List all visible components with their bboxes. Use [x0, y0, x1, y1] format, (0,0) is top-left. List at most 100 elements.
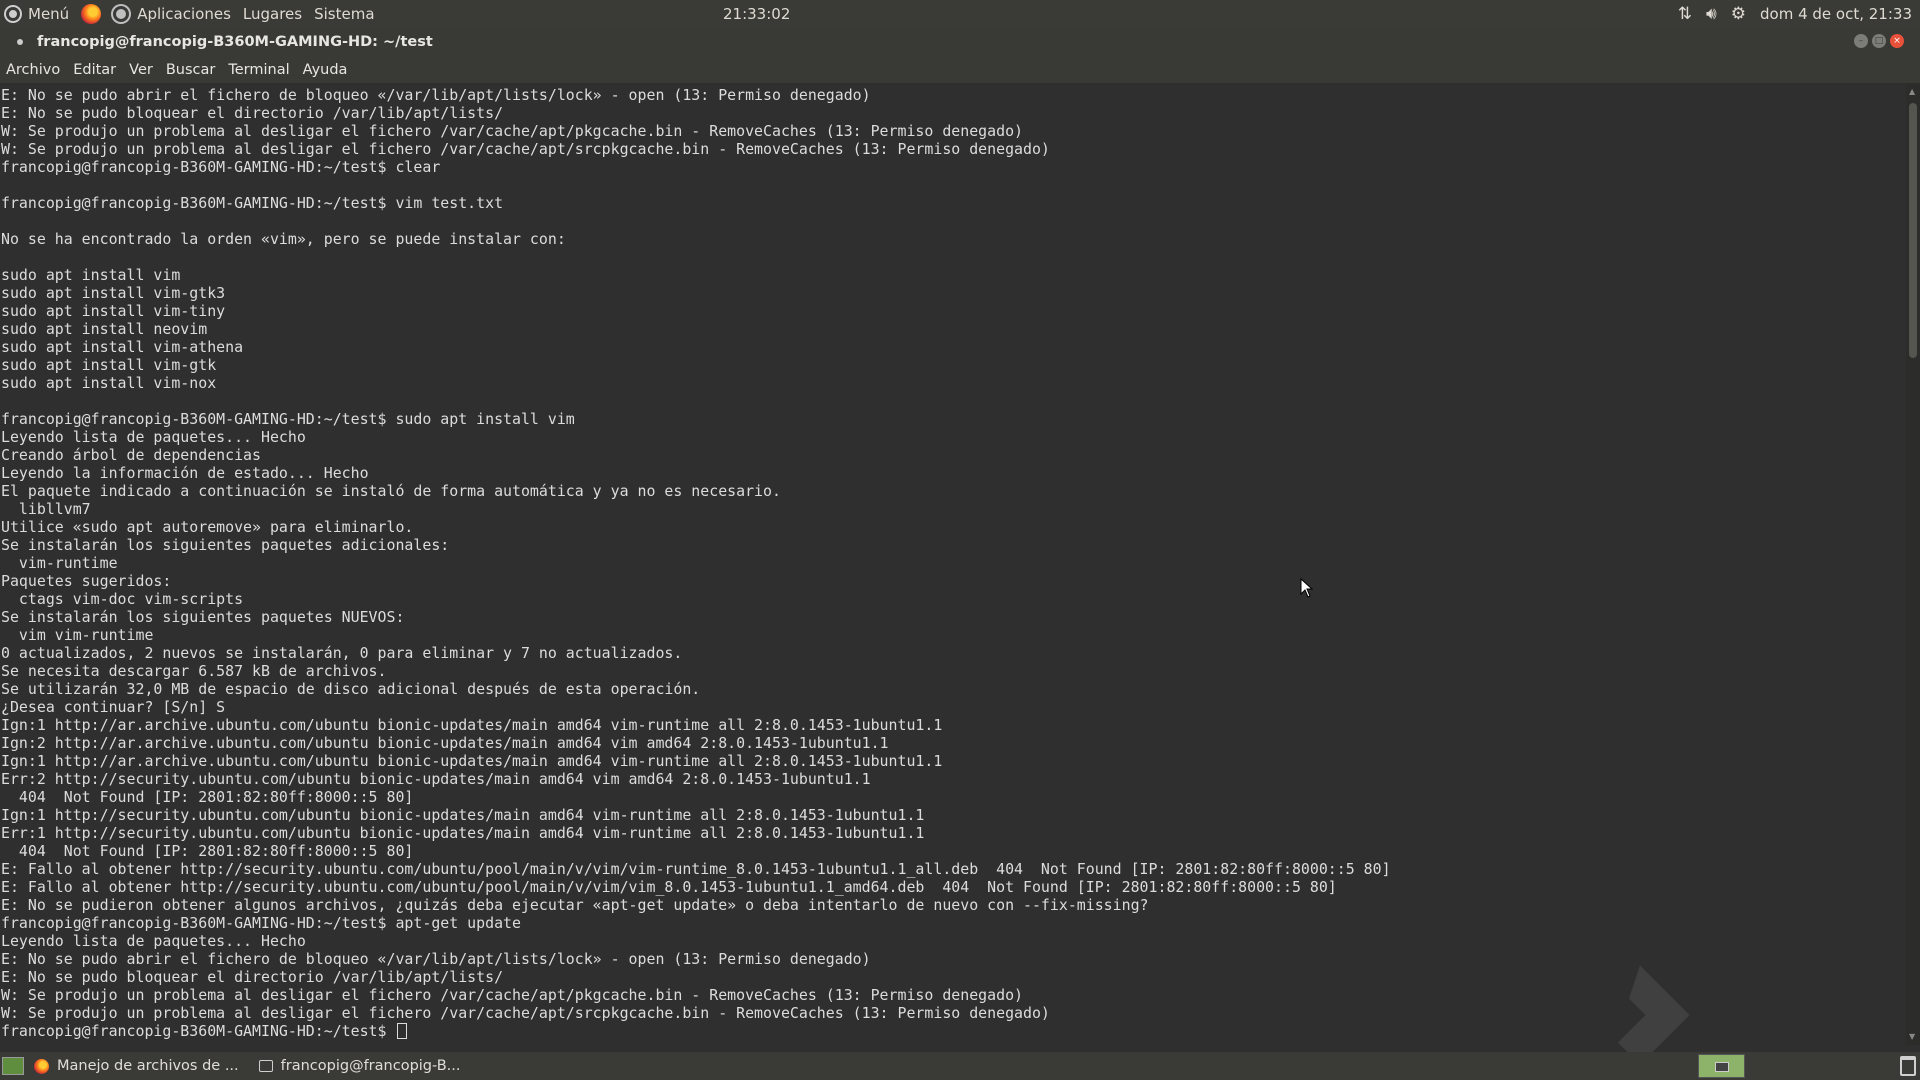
scroll-up-icon[interactable]: ▲	[1909, 87, 1915, 96]
taskbar-item-label: francopig@francopig-B...	[280, 1058, 461, 1074]
terminal-line: sudo apt install vim-athena	[1, 338, 244, 356]
workspace-window-icon	[1715, 1062, 1729, 1072]
terminal-line: Utilice «sudo apt autoremove» para elimi…	[1, 518, 414, 536]
terminal-line: sudo apt install vim-gtk	[1, 356, 217, 374]
terminal-line: francopig@francopig-B360M-GAMING-HD:~/te…	[1, 410, 575, 428]
terminal-menubar: Archivo Editar Ver Buscar Terminal Ayuda	[0, 56, 1920, 83]
terminal-scrollbar[interactable]: ▲ ▼	[1906, 83, 1920, 1045]
terminal-prompt: francopig@francopig-B360M-GAMING-HD:~/te…	[1, 1022, 396, 1040]
menu-button[interactable]: Menú	[0, 0, 75, 27]
terminal-line: Ign:2 http://ar.archive.ubuntu.com/ubunt…	[1, 734, 889, 752]
trash-icon[interactable]	[1900, 1056, 1916, 1076]
volume-icon[interactable]: 🔊︎	[1706, 4, 1717, 24]
terminal-line: E: No se pudo abrir el fichero de bloque…	[1, 86, 871, 104]
places-label: Lugares	[242, 4, 303, 23]
menu-edit[interactable]: Editar	[73, 62, 116, 78]
workspace-switcher[interactable]	[1698, 1054, 1745, 1078]
system-label: Sistema	[314, 4, 375, 23]
places-menu[interactable]: Lugares	[237, 0, 308, 27]
menu-terminal[interactable]: Terminal	[228, 62, 289, 78]
system-menu[interactable]: Sistema	[308, 0, 380, 27]
menu-file[interactable]: Archivo	[6, 62, 60, 78]
terminal-line: W: Se produjo un problema al desligar el…	[1, 122, 1024, 140]
terminal-line: sudo apt install vim-gtk3	[1, 284, 226, 302]
terminal-line: sudo apt install vim	[1, 266, 181, 284]
maximize-button[interactable]: □	[1872, 34, 1886, 48]
menu-search[interactable]: Buscar	[166, 62, 216, 78]
applications-menu[interactable]: Aplicaciones	[107, 0, 237, 27]
menu-label: Menú	[28, 4, 70, 23]
terminal-line: W: Se produjo un problema al desligar el…	[1, 986, 1024, 1004]
applications-icon	[113, 5, 130, 22]
terminal-line: libllvm7	[1, 500, 91, 518]
terminal-line: W: Se produjo un problema al desligar el…	[1, 140, 1050, 158]
terminal-line: Se utilizarán 32,0 MB de espacio de disc…	[1, 680, 701, 698]
terminal-line: francopig@francopig-B360M-GAMING-HD:~/te…	[1, 914, 521, 932]
firefox-launcher[interactable]	[75, 0, 107, 27]
terminal-line: sudo apt install neovim	[1, 320, 208, 338]
terminal-line: vim-runtime	[1, 554, 118, 572]
applications-label: Aplicaciones	[137, 4, 231, 23]
terminal-line: Leyendo lista de paquetes... Hecho	[1, 932, 306, 950]
terminal-line: Ign:1 http://security.ubuntu.com/ubuntu …	[1, 806, 925, 824]
panel-date[interactable]: dom 4 de oct, 21:33	[1760, 5, 1912, 23]
terminal-cursor	[397, 1023, 408, 1039]
terminal-line: vim vim-runtime	[1, 626, 154, 644]
terminal-line: E: No se pudieron obtener algunos archiv…	[1, 896, 1149, 914]
mouse-pointer-icon	[1300, 578, 1314, 598]
window-titlebar[interactable]: francopig@francopig-B360M-GAMING-HD: ~/t…	[0, 27, 1920, 56]
terminal-line: 404 Not Found [IP: 2801:82:80ff:8000::5 …	[1, 842, 414, 860]
terminal-line: Err:1 http://security.ubuntu.com/ubuntu …	[1, 824, 925, 842]
scrollbar-thumb[interactable]	[1909, 103, 1917, 358]
firefox-icon	[81, 3, 102, 24]
terminal-line: 404 Not Found [IP: 2801:82:80ff:8000::5 …	[1, 788, 414, 806]
taskbar-item-firefox[interactable]: Manejo de archivos de ...	[24, 1052, 249, 1080]
firefox-icon	[34, 1058, 49, 1074]
terminal-line: No se ha encontrado la orden «vim», pero…	[1, 230, 566, 248]
terminal-line: Err:2 http://security.ubuntu.com/ubuntu …	[1, 770, 871, 788]
terminal-line: E: Fallo al obtener http://security.ubun…	[1, 878, 1337, 896]
window-title: francopig@francopig-B360M-GAMING-HD: ~/t…	[37, 33, 433, 50]
terminal-line: sudo apt install vim-nox	[1, 374, 217, 392]
bottom-taskbar: Manejo de archivos de ... francopig@fran…	[0, 1052, 1920, 1080]
terminal-line: Leyendo la información de estado... Hech…	[1, 464, 369, 482]
terminal-line: ctags vim-doc vim-scripts	[1, 590, 244, 608]
terminal-output[interactable]: E: No se pudo abrir el fichero de bloque…	[0, 83, 1906, 1045]
terminal-line: Creando árbol de dependencias	[1, 446, 261, 464]
taskbar-item-label: Manejo de archivos de ...	[57, 1058, 239, 1074]
taskbar-item-terminal[interactable]: francopig@francopig-B...	[249, 1052, 471, 1080]
terminal-line: 0 actualizados, 2 nuevos se instalarán, …	[1, 644, 683, 662]
scroll-down-icon[interactable]: ▼	[1909, 1032, 1915, 1041]
gear-icon[interactable]: ⚙	[1731, 4, 1746, 24]
terminal-line: francopig@francopig-B360M-GAMING-HD:~/te…	[1, 194, 504, 212]
terminal-line: E: Fallo al obtener http://security.ubun…	[1, 860, 1391, 878]
terminal-line: Se instalarán los siguientes paquetes NU…	[1, 608, 405, 626]
menu-view[interactable]: Ver	[129, 62, 153, 78]
terminal-line: ¿Desea continuar? [S/n] S	[1, 698, 226, 716]
window-menu-dot-icon[interactable]	[17, 38, 23, 45]
menu-help[interactable]: Ayuda	[303, 62, 348, 78]
terminal-line: Se necesita descargar 6.587 kB de archiv…	[1, 662, 387, 680]
menu-icon	[6, 6, 20, 21]
terminal-line: Ign:1 http://ar.archive.ubuntu.com/ubunt…	[1, 716, 943, 734]
minimize-button[interactable]: –	[1854, 34, 1868, 48]
terminal-line: Se instalarán los siguientes paquetes ad…	[1, 536, 450, 554]
terminal-line: francopig@francopig-B360M-GAMING-HD:~/te…	[1, 158, 441, 176]
network-icon[interactable]: ⇅	[1678, 4, 1692, 24]
terminal-line: E: No se pudo bloquear el directorio /va…	[1, 104, 504, 122]
terminal-line: El paquete indicado a continuación se in…	[1, 482, 781, 500]
terminal-line: Ign:1 http://ar.archive.ubuntu.com/ubunt…	[1, 752, 943, 770]
terminal-line: sudo apt install vim-tiny	[1, 302, 226, 320]
close-button[interactable]: ×	[1890, 34, 1904, 48]
terminal-prompt-line[interactable]: francopig@francopig-B360M-GAMING-HD:~/te…	[1, 1022, 1391, 1040]
show-desktop-icon[interactable]	[2, 1057, 24, 1075]
terminal-line: E: No se pudo abrir el fichero de bloque…	[1, 950, 871, 968]
terminal-icon	[258, 1060, 273, 1072]
terminal-line: E: No se pudo bloquear el directorio /va…	[1, 968, 504, 986]
terminal-line: W: Se produjo un problema al desligar el…	[1, 1004, 1050, 1022]
panel-clock[interactable]: 21:33:02	[723, 0, 790, 27]
